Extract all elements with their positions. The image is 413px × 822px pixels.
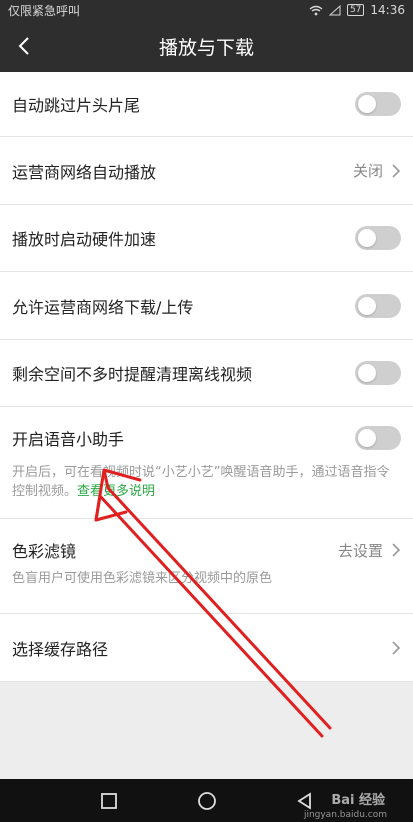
color-filter-description: 色盲用户可使用色彩滤镜来区分视频中的原色: [12, 571, 273, 586]
header: 播放与下载: [0, 20, 413, 72]
watermark-logo: Bai 经验: [331, 793, 385, 808]
hw-accel-toggle[interactable]: [355, 226, 401, 250]
skip-intro-toggle[interactable]: [355, 92, 401, 116]
voice-assistant-header: 开启语音小助手: [12, 407, 401, 469]
watermark-site: jingyan.baidu.com: [303, 810, 387, 820]
toggle-knob: [358, 229, 376, 247]
carrier-download-toggle[interactable]: [355, 293, 401, 318]
setting-label: 开启语音小助手: [12, 430, 125, 449]
setting-label: 选择缓存路径: [12, 639, 109, 659]
chevron-right-icon: [392, 640, 401, 655]
empty-area: [0, 682, 413, 779]
battery-icon: 57: [346, 4, 365, 16]
home-button[interactable]: [192, 786, 222, 816]
carrier-autoplay-value[interactable]: 关闭: [353, 160, 401, 181]
triangle-back-icon: [296, 791, 311, 810]
color-filter-value[interactable]: 去设置: [338, 540, 401, 561]
setting-value: 关闭: [352, 162, 383, 180]
clock: 14:36: [370, 3, 405, 17]
chevron-left-icon: [18, 37, 29, 55]
setting-hw-accel: 播放时启动硬件加速: [0, 205, 413, 272]
toggle-knob: [358, 364, 376, 382]
setting-label: 色彩滤镜: [12, 542, 77, 561]
setting-carrier-autoplay[interactable]: 运营商网络自动播放 关闭: [0, 137, 413, 205]
back-button[interactable]: [10, 32, 38, 60]
toggle-knob: [358, 296, 376, 315]
page-title: 播放与下载: [158, 36, 254, 59]
setting-carrier-download: 允许运营商网络下载/上传: [0, 272, 413, 340]
learn-more-link[interactable]: 查看更多说明: [77, 484, 155, 499]
setting-label: 播放时启动硬件加速: [12, 230, 157, 249]
setting-value: 去设置: [337, 541, 383, 560]
setting-skip-intro: 自动跳过片头片尾: [0, 72, 413, 137]
voice-assistant-toggle[interactable]: [355, 426, 401, 450]
setting-label: 允许运营商网络下载/上传: [12, 297, 194, 317]
setting-cache-path[interactable]: 选择缓存路径: [0, 614, 413, 682]
setting-label: 运营商网络自动播放: [12, 162, 157, 182]
storage-reminder-toggle[interactable]: [355, 361, 401, 385]
toggle-knob: [358, 429, 376, 447]
status-bar: 仅限紧急呼叫 57 14:36: [0, 0, 413, 20]
settings-list: 自动跳过片头片尾 运营商网络自动播放 关闭 播放时启动硬件加速 允许运营商网络下…: [0, 72, 413, 682]
recents-button[interactable]: [94, 786, 124, 816]
carrier-text: 仅限紧急呼叫: [8, 3, 81, 18]
setting-color-filter[interactable]: 色彩滤镜 去设置 色盲用户可使用色彩滤镜来区分视频中的原色: [0, 519, 413, 614]
toggle-knob: [358, 95, 376, 113]
status-icons: 57 14:36: [309, 3, 405, 17]
description-text: 开启后，可在看视频时说“小艺小艺”唤醒语音助手，通过语音指令控制视频。: [12, 465, 390, 499]
system-nav-bar: Bai 经验 jingyan.baidu.com: [0, 779, 413, 822]
setting-voice-assistant: 开启语音小助手 开启后，可在看视频时说“小艺小艺”唤醒语音助手，通过语音指令控制…: [0, 407, 413, 519]
circle-icon: [197, 791, 216, 810]
setting-label: 自动跳过片头片尾: [12, 96, 141, 115]
chevron-right-icon: [392, 163, 401, 178]
voice-assistant-description: 开启后，可在看视频时说“小艺小艺”唤醒语音助手，通过语音指令控制视频。查看更多说…: [12, 463, 401, 501]
setting-storage-reminder: 剩余空间不多时提醒清理离线视频: [0, 340, 413, 407]
chevron-right-icon: [392, 543, 401, 557]
wifi-icon: [309, 5, 323, 15]
signal-icon: [328, 4, 341, 15]
square-icon: [100, 792, 117, 809]
setting-label: 剩余空间不多时提醒清理离线视频: [12, 365, 253, 384]
